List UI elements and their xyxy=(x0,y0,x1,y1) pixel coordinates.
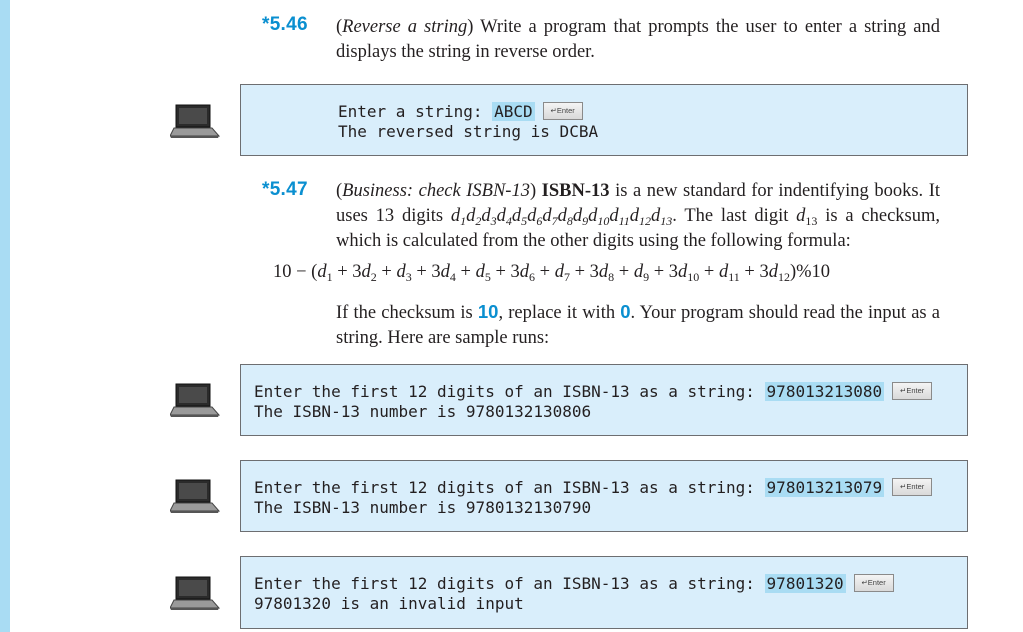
user-input: ABCD xyxy=(492,102,535,121)
note-text: , replace it with xyxy=(498,303,621,323)
console-output: The reversed string is DCBA xyxy=(338,122,599,141)
enter-key-icon: ↵Enter xyxy=(892,478,933,496)
exercise-5-46-text: (Reverse a string) Write a program that … xyxy=(336,17,940,62)
exercise-5-47-text: (Business: check ISBN-13) ISBN-13 is a n… xyxy=(336,181,940,251)
exercise-title: Reverse a string xyxy=(342,17,468,37)
laptop-icon xyxy=(170,479,220,513)
left-margin-strip xyxy=(0,0,10,632)
laptop-icon xyxy=(170,576,220,610)
checksum-formula: 10 − (d1 + 3d2 + d3 + 3d4 + d5 + 3d6 + d… xyxy=(273,262,831,284)
console-prompt: Enter the first 12 digits of an ISBN-13 … xyxy=(254,478,765,497)
console-output: The ISBN-13 number is 9780132130790 xyxy=(254,498,592,517)
console-line: Enter a string: ABCD ↵Enter xyxy=(338,102,967,122)
user-input: 978013213079 xyxy=(764,478,885,497)
formula-suffix: )%10 xyxy=(789,262,831,282)
user-input: 97801320 xyxy=(764,574,846,593)
console-line: Enter the first 12 digits of an ISBN-13 … xyxy=(254,574,967,594)
exercise-5-47-note: If the checksum is 10, replace it with 0… xyxy=(336,299,940,351)
laptop-icon xyxy=(170,104,220,138)
exercise-title: Business: check ISBN-13 xyxy=(342,181,530,201)
exercise-number-5-47: *5.47 xyxy=(262,179,308,200)
console-line: Enter the first 12 digits of an ISBN-13 … xyxy=(254,478,967,498)
formula-prefix: 10 − ( xyxy=(273,262,318,282)
note-text: If the checksum is xyxy=(336,303,478,323)
laptop-icon xyxy=(170,383,220,417)
console-prompt: Enter a string: xyxy=(338,102,493,121)
console-prompt: Enter the first 12 digits of an ISBN-13 … xyxy=(254,382,765,401)
exercise-body: . The last digit xyxy=(672,206,797,226)
enter-key-icon: ↵Enter xyxy=(892,382,933,400)
enter-key-icon: ↵Enter xyxy=(542,102,583,120)
console-output: 97801320 is an invalid input xyxy=(254,594,524,613)
console-sample-run-3: Enter the first 12 digits of an ISBN-13 … xyxy=(240,460,968,532)
console-prompt: Enter the first 12 digits of an ISBN-13 … xyxy=(254,574,765,593)
value-ten: 10 xyxy=(477,301,499,322)
user-input: 978013213080 xyxy=(764,382,885,401)
console-sample-run-4: Enter the first 12 digits of an ISBN-13 … xyxy=(240,556,968,629)
enter-key-icon: ↵Enter xyxy=(853,574,894,592)
value-zero: 0 xyxy=(620,301,631,322)
bold-term: ISBN-13 xyxy=(541,181,610,201)
console-output: The ISBN-13 number is 9780132130806 xyxy=(254,402,592,421)
console-line: Enter the first 12 digits of an ISBN-13 … xyxy=(254,382,967,402)
console-sample-run-1: Enter a string: ABCD ↵Enter The reversed … xyxy=(240,84,968,156)
exercise-number-5-46: *5.46 xyxy=(262,14,308,35)
console-sample-run-2: Enter the first 12 digits of an ISBN-13 … xyxy=(240,364,968,436)
